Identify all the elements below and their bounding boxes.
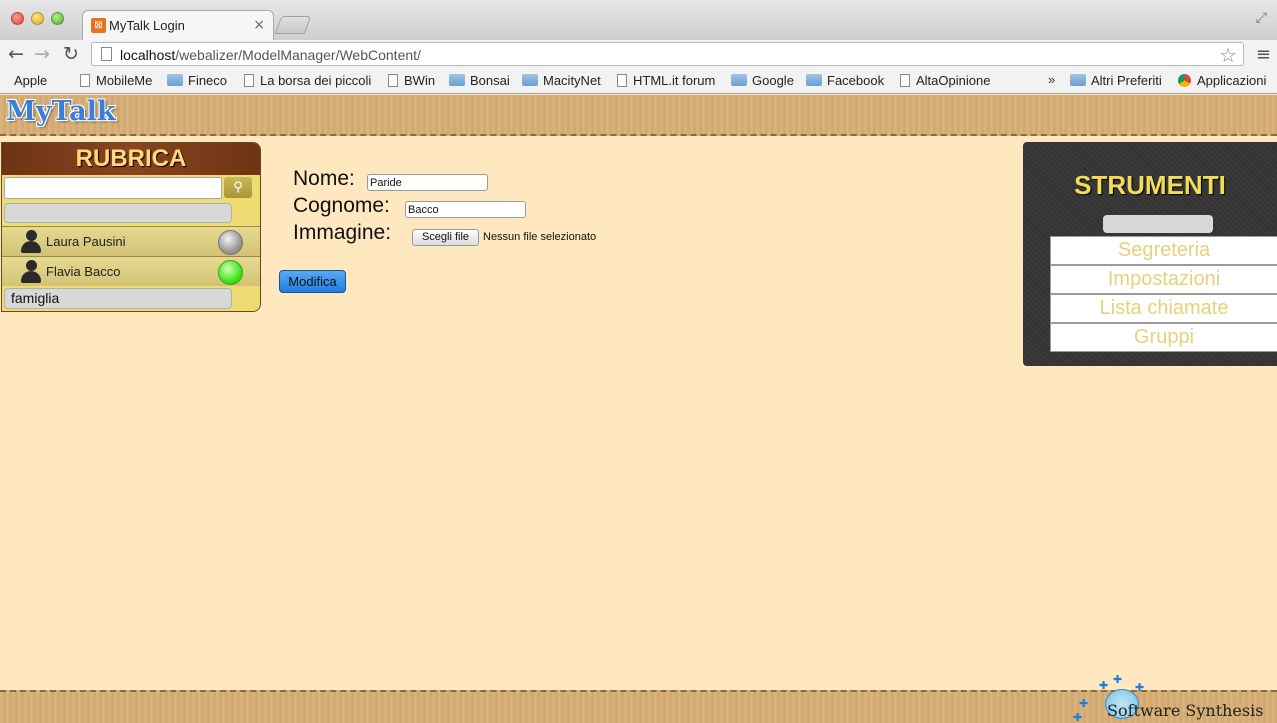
search-icon[interactable]: ⚲ bbox=[224, 177, 252, 198]
immagine-label: Immagine: bbox=[293, 221, 392, 244]
address-bar[interactable]: localhost/webalizer/ModelManager/WebCont… bbox=[91, 42, 1244, 67]
cognome-field[interactable] bbox=[405, 201, 526, 218]
back-arrow-icon[interactable]: ← bbox=[8, 43, 24, 65]
page-icon bbox=[244, 74, 254, 87]
contact-row[interactable]: Flavia Bacco bbox=[2, 256, 260, 286]
rubrica-search: ⚲ bbox=[4, 177, 254, 199]
xampp-favicon-icon: ⊠ bbox=[91, 18, 106, 33]
menu-item-lista-chiamate[interactable]: Lista chiamate bbox=[1050, 294, 1277, 323]
nome-field[interactable] bbox=[367, 174, 488, 191]
bookmarks-bar: Apple MobileMe Fineco La borsa dei picco… bbox=[0, 68, 1277, 94]
page-icon bbox=[617, 74, 627, 87]
page-icon bbox=[101, 47, 112, 61]
contact-row[interactable]: Laura Pausini bbox=[2, 226, 260, 256]
bookmark-item[interactable]: Fineco bbox=[167, 73, 227, 88]
contact-name: Flavia Bacco bbox=[46, 264, 121, 279]
folder-icon bbox=[1070, 74, 1086, 86]
menu-item-segreteria[interactable]: Segreteria bbox=[1050, 236, 1277, 265]
bookmark-item[interactable]: Facebook bbox=[806, 73, 884, 88]
folder-icon bbox=[806, 74, 822, 86]
search-input[interactable] bbox=[4, 177, 222, 199]
group-header-empty[interactable] bbox=[4, 203, 232, 223]
bookmark-item[interactable]: La borsa dei piccoli bbox=[244, 73, 371, 88]
person-icon bbox=[20, 260, 42, 284]
other-bookmarks[interactable]: Altri Preferiti bbox=[1070, 73, 1162, 88]
software-synthesis-logo: ✚ ✚ ✚ ✚ ✚ Software Synthesis bbox=[1073, 673, 1264, 723]
new-tab-button[interactable] bbox=[274, 16, 312, 34]
group-famiglia[interactable]: famiglia bbox=[4, 288, 232, 309]
zoom-window-button[interactable] bbox=[51, 12, 64, 25]
bookmark-item[interactable]: AltaOpinione bbox=[900, 73, 990, 88]
bookmark-star-icon[interactable]: ☆ bbox=[1219, 43, 1237, 67]
bookmark-item[interactable]: Apple bbox=[9, 73, 47, 88]
status-online-icon bbox=[218, 260, 243, 285]
header-bar: MyTalk bbox=[0, 95, 1277, 136]
tab-title: MyTalk Login bbox=[109, 18, 185, 33]
status-offline-icon bbox=[218, 230, 243, 255]
tab-close-icon[interactable]: × bbox=[253, 17, 265, 33]
menu-item-impostazioni[interactable]: Impostazioni bbox=[1050, 265, 1277, 294]
folder-icon bbox=[449, 74, 465, 86]
footer-brand: Software Synthesis bbox=[1107, 701, 1264, 720]
bookmark-item[interactable]: Google bbox=[731, 73, 794, 88]
bookmark-item[interactable]: MacityNet bbox=[522, 73, 601, 88]
bookmark-item[interactable]: Bonsai bbox=[449, 73, 510, 88]
folder-icon bbox=[167, 74, 183, 86]
browser-titlebar: ⊠ MyTalk Login × ⤢ bbox=[0, 0, 1277, 40]
folder-icon bbox=[731, 74, 747, 86]
page-icon bbox=[900, 74, 910, 87]
reload-icon[interactable]: ↻ bbox=[63, 43, 79, 65]
bookmark-item[interactable]: BWin bbox=[388, 73, 435, 88]
browser-tab-active[interactable]: ⊠ MyTalk Login × bbox=[82, 10, 274, 40]
apps-icon bbox=[1178, 74, 1191, 87]
browser-menu-icon[interactable]: ≡ bbox=[1256, 44, 1271, 65]
strumenti-title: STRUMENTI bbox=[1074, 170, 1226, 200]
menu-item-gruppi[interactable]: Gruppi bbox=[1050, 323, 1277, 352]
minimize-window-button[interactable] bbox=[31, 12, 44, 25]
modifica-button[interactable]: Modifica bbox=[279, 270, 346, 293]
rubrica-panel: RUBRICA ⚲ Laura Pausini Flavia Bacco fam… bbox=[1, 142, 261, 312]
page-icon bbox=[388, 74, 398, 87]
contact-name: Laura Pausini bbox=[46, 234, 126, 249]
nome-label: Nome: bbox=[293, 167, 355, 190]
forward-arrow-icon[interactable]: → bbox=[34, 43, 50, 65]
page-content: MyTalk RUBRICA ⚲ Laura Pausini Flavia Ba… bbox=[0, 95, 1277, 723]
bookmarks-overflow-icon[interactable]: » bbox=[1048, 72, 1055, 87]
rubrica-title: RUBRICA bbox=[2, 143, 260, 175]
choose-file-button[interactable]: Scegli file bbox=[412, 229, 479, 246]
strumenti-panel: STRUMENTI Segreteria Impostazioni Lista … bbox=[1023, 142, 1277, 366]
page-icon bbox=[80, 74, 90, 87]
fullscreen-icon[interactable]: ⤢ bbox=[1256, 10, 1267, 26]
bookmark-item[interactable]: MobileMe bbox=[80, 73, 152, 88]
cognome-label: Cognome: bbox=[293, 194, 390, 217]
mytalk-logo[interactable]: MyTalk bbox=[6, 96, 116, 127]
apps-shortcut[interactable]: Applicazioni bbox=[1178, 73, 1266, 88]
strumenti-bar[interactable] bbox=[1103, 215, 1213, 233]
file-status: Nessun file selezionato bbox=[483, 231, 597, 243]
url-text: localhost/webalizer/ModelManager/WebCont… bbox=[120, 47, 421, 63]
person-icon bbox=[20, 230, 42, 254]
bookmark-item[interactable]: HTML.it forum bbox=[617, 73, 715, 88]
folder-icon bbox=[522, 74, 538, 86]
close-window-button[interactable] bbox=[11, 12, 24, 25]
browser-toolbar: ← → ↻ localhost/webalizer/ModelManager/W… bbox=[0, 40, 1277, 68]
